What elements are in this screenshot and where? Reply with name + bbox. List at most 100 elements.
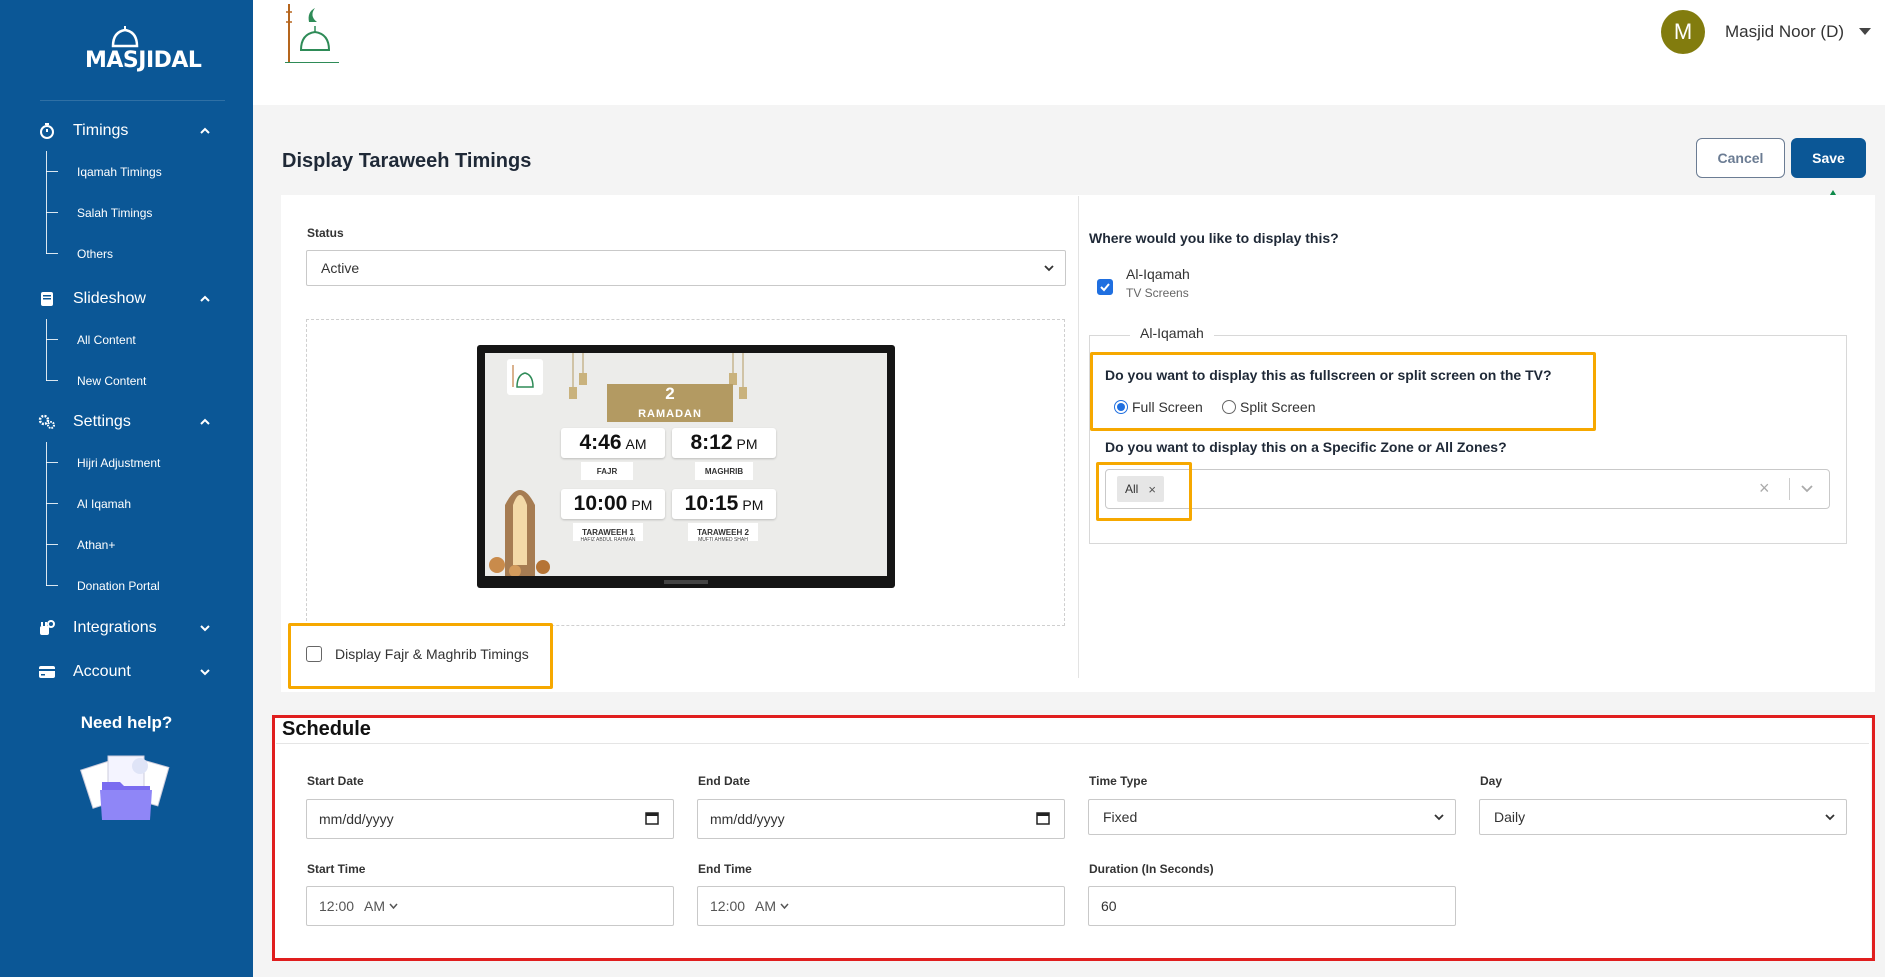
status-select[interactable]: Active [306, 250, 1066, 286]
start-date-input[interactable]: mm/dd/yyyy [306, 799, 674, 839]
al-iqamah-target-checkbox[interactable] [1097, 279, 1113, 295]
cancel-button[interactable]: Cancel [1696, 138, 1785, 178]
clear-icon[interactable]: × [1759, 478, 1770, 499]
status-label: Status [307, 226, 344, 240]
top-bar: M Masjid Noor (D) [253, 0, 1885, 105]
hijri-date-banner: 2 RAMADAN [607, 384, 733, 422]
lantern-icon [569, 353, 587, 399]
credit-card-icon [39, 666, 55, 678]
caret-down-icon[interactable] [1859, 28, 1871, 35]
logo-text: MASJIDAL [85, 48, 202, 73]
masjidal-logo[interactable]: MASJIDAL [85, 22, 202, 78]
nav-group-slideshow: Slideshow All Content New Content [0, 279, 253, 401]
sidebar-subitem-al-iqamah[interactable]: Al Iqamah [46, 483, 253, 524]
end-time-label: End Time [698, 862, 752, 876]
chevron-up-icon[interactable] [198, 415, 212, 429]
zone-chip-highlight [1096, 462, 1192, 521]
duration-value: 60 [1101, 898, 1117, 914]
start-time-ampm[interactable]: AM [364, 898, 385, 914]
tv-masjid-logo [507, 359, 543, 395]
end-time-ampm[interactable]: AM [755, 898, 776, 914]
sidebar-subitem-donation-portal[interactable]: Donation Portal [46, 565, 253, 606]
preview-time-card: 10:15 PM [672, 489, 776, 519]
calendar-icon[interactable] [645, 811, 659, 825]
sidebar-item-label: Slideshow [73, 290, 146, 307]
start-date-value: mm/dd/yyyy [319, 811, 394, 827]
zone-multiselect[interactable] [1105, 469, 1830, 509]
time-type-select[interactable]: Fixed [1088, 799, 1456, 835]
screen-question: Do you want to display this as fullscree… [1105, 367, 1552, 383]
slideshow-icon [41, 292, 53, 306]
preview-time-name: FAJR [581, 462, 633, 480]
chevron-up-icon[interactable] [198, 292, 212, 306]
sidebar-subitem-all-content[interactable]: All Content [46, 319, 253, 360]
hijri-month: RAMADAN [638, 408, 702, 420]
sidebar-subitem-hijri-adjustment[interactable]: Hijri Adjustment [46, 442, 253, 483]
preview-time: 10:00 [573, 492, 628, 515]
day-select[interactable]: Daily [1479, 799, 1847, 835]
duration-label: Duration (In Seconds) [1089, 862, 1214, 876]
preview-ampm: AM [625, 436, 647, 452]
preview-imam-name: MUFTI AHMED SHAH [698, 537, 748, 543]
need-help-title[interactable]: Need help? [0, 713, 253, 733]
time-type-value: Fixed [1103, 809, 1138, 825]
chevron-down-icon[interactable] [198, 665, 212, 679]
tv-preview: 2 RAMADAN 4:46 AM FAJR 8:12 PM MAGHRIB 1… [477, 345, 895, 588]
chevron-up-icon[interactable] [198, 124, 212, 138]
preview-imam-name: HAFIZ ABDUL RAHMAN [580, 537, 636, 543]
end-date-input[interactable]: mm/dd/yyyy [697, 799, 1065, 839]
sidebar-subitem-salah-timings[interactable]: Salah Timings [46, 192, 253, 233]
column-divider [1078, 196, 1079, 678]
user-name[interactable]: Masjid Noor (D) [1725, 22, 1844, 42]
preview-time: 10:15 [684, 492, 739, 515]
multiselect-separator [1789, 478, 1790, 500]
chevron-down-icon [1825, 814, 1835, 821]
fieldset-legend: Al-Iqamah [1130, 325, 1214, 341]
preview-time: 8:12 [690, 431, 733, 454]
avatar[interactable]: M [1661, 10, 1705, 54]
chevron-down-icon[interactable] [780, 903, 789, 909]
end-date-value: mm/dd/yyyy [710, 811, 785, 827]
chevron-down-icon[interactable] [198, 621, 212, 635]
display-where-label: Where would you like to display this? [1089, 230, 1339, 246]
tv-stand [664, 580, 708, 584]
nav-group-timings: Timings Iqamah Timings Salah Timings Oth… [0, 111, 253, 274]
preview-ampm: PM [736, 436, 758, 452]
sidebar-subitem-iqamah-timings[interactable]: Iqamah Timings [46, 151, 253, 192]
tv-screen: 2 RAMADAN 4:46 AM FAJR 8:12 PM MAGHRIB 1… [485, 353, 887, 576]
sidebar-subitem-athan-plus[interactable]: Athan+ [46, 524, 253, 565]
sidebar-item-integrations[interactable]: Integrations [0, 608, 253, 648]
calendar-icon[interactable] [1036, 811, 1050, 825]
chevron-down-icon [1044, 265, 1054, 272]
preview-time-name: MAGHRIB [695, 462, 753, 480]
help-folder-icon[interactable] [80, 752, 172, 826]
sidebar-item-timings[interactable]: Timings [0, 111, 253, 151]
sidebar-item-label: Account [73, 663, 131, 680]
start-time-label: Start Time [307, 862, 366, 876]
split-screen-radio[interactable] [1222, 400, 1236, 414]
sidebar-item-slideshow[interactable]: Slideshow [0, 279, 253, 319]
day-value: Daily [1494, 809, 1526, 825]
sidebar-subitem-new-content[interactable]: New Content [46, 360, 253, 401]
full-screen-radio[interactable] [1114, 400, 1128, 414]
hijri-day: 2 [665, 384, 675, 403]
sidebar-item-label: Integrations [73, 619, 157, 636]
duration-input[interactable]: 60 [1088, 886, 1456, 926]
preview-ampm: PM [742, 497, 764, 513]
fajr-maghrib-checkbox[interactable] [306, 646, 322, 662]
start-date-label: Start Date [307, 774, 364, 788]
save-button[interactable]: Save [1791, 138, 1866, 178]
start-time-input[interactable]: 12:00 AM [306, 886, 674, 926]
end-time-input[interactable]: 12:00 AM [697, 886, 1065, 926]
end-time-value: 12:00 [710, 898, 746, 914]
time-type-label: Time Type [1089, 774, 1148, 788]
sidebar-subitem-others[interactable]: Others [46, 233, 253, 274]
target-sub: TV Screens [1126, 286, 1189, 300]
chevron-down-icon[interactable] [389, 903, 398, 909]
sidebar-item-account[interactable]: Account [0, 652, 253, 692]
sidebar-item-settings[interactable]: Settings [0, 402, 253, 442]
masjid-noor-logo[interactable] [279, 2, 345, 76]
split-screen-label: Split Screen [1240, 399, 1316, 415]
lantern-decoration-icon [489, 490, 550, 576]
chevron-down-icon[interactable] [1800, 484, 1814, 494]
